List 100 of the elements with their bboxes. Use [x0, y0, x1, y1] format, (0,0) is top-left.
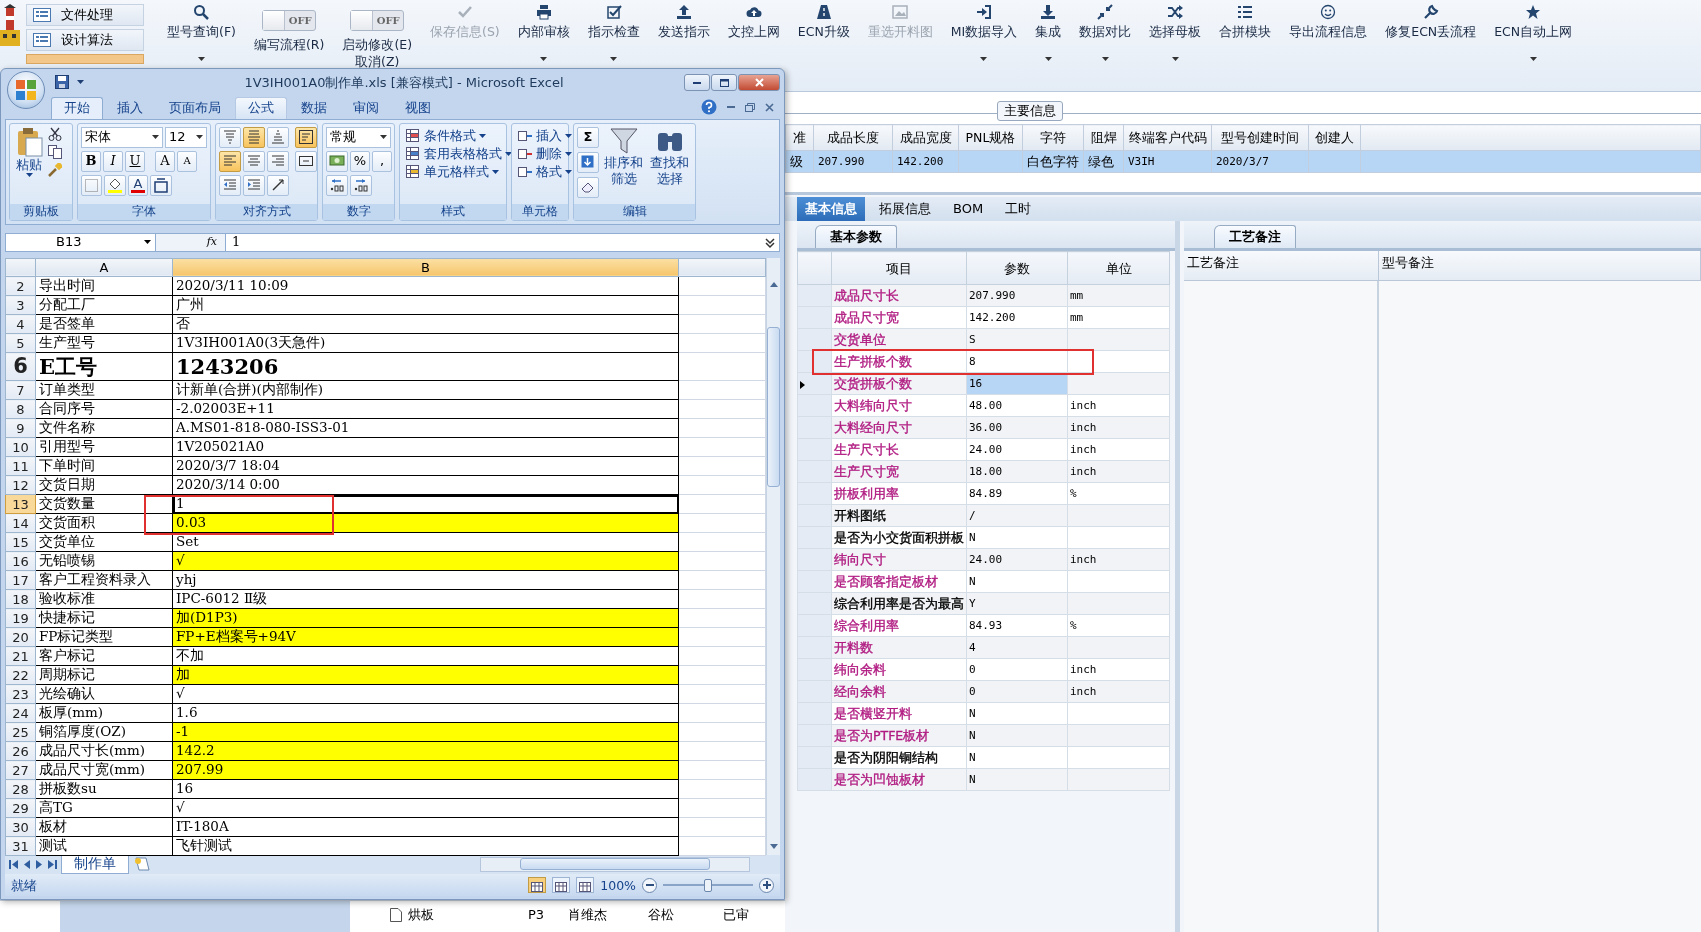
- fill-color-button[interactable]: [104, 174, 126, 196]
- column-header[interactable]: 字符: [1022, 124, 1084, 151]
- phonetic-button[interactable]: [150, 174, 172, 196]
- decrease-indent-button[interactable]: [219, 174, 241, 196]
- restore-icon[interactable]: [745, 102, 755, 112]
- column-header[interactable]: 终端客户代码: [1123, 124, 1212, 151]
- scroll-thumb[interactable]: [767, 326, 780, 487]
- shrink-font-button[interactable]: A: [177, 150, 197, 172]
- toolbar-button[interactable]: 合拼模块: [1210, 4, 1281, 39]
- office-button[interactable]: [7, 71, 45, 109]
- minimize-icon[interactable]: [727, 106, 735, 109]
- column-header[interactable]: B: [172, 258, 679, 277]
- column-header[interactable]: 阻焊: [1083, 124, 1124, 151]
- tab[interactable]: 拓展信息: [871, 197, 939, 221]
- first-sheet-icon[interactable]: [9, 859, 18, 869]
- slider-thumb[interactable]: [704, 878, 712, 892]
- help-icon[interactable]: [701, 99, 717, 116]
- scroll-thumb[interactable]: [520, 858, 710, 871]
- toolbar-button[interactable]: 指示检查: [578, 4, 649, 61]
- font-name-select[interactable]: 宋体: [81, 126, 163, 148]
- cells-menu-button[interactable]: 格式: [515, 162, 574, 181]
- copy-icon[interactable]: [48, 144, 62, 159]
- percent-button[interactable]: %: [350, 150, 370, 172]
- ribbon-tab[interactable]: 视图: [393, 98, 443, 119]
- font-color-button[interactable]: A: [128, 174, 148, 196]
- close-button[interactable]: [738, 73, 780, 91]
- close-icon[interactable]: [765, 102, 774, 112]
- fill-button[interactable]: [577, 151, 599, 173]
- scroll-up-icon[interactable]: [769, 281, 778, 287]
- toolbar-button[interactable]: 数据对比: [1070, 4, 1141, 61]
- view-button[interactable]: [528, 877, 547, 894]
- decrease-decimal-button[interactable]: [350, 174, 372, 196]
- zoom-in-button[interactable]: [759, 877, 774, 893]
- toggle-switch[interactable]: OFF: [262, 10, 317, 31]
- column-header[interactable]: 成品宽度: [892, 124, 959, 151]
- cells-menu-button[interactable]: 插入: [515, 126, 574, 145]
- toolbar-button[interactable]: 导出流程信息: [1280, 4, 1377, 39]
- column-header[interactable]: A: [35, 258, 173, 277]
- active-cell[interactable]: 1: [172, 494, 679, 514]
- ribbon-tab[interactable]: 插入: [105, 98, 155, 119]
- grow-font-button[interactable]: A: [155, 150, 175, 172]
- italic-button[interactable]: I: [103, 150, 123, 172]
- toggle-switch[interactable]: OFF: [350, 10, 405, 31]
- paste-button[interactable]: 粘贴: [13, 126, 45, 204]
- sidebar-item[interactable]: 文件处理: [26, 4, 144, 26]
- ribbon-tab[interactable]: 数据: [289, 98, 339, 119]
- ribbon-tab[interactable]: 公式: [235, 97, 287, 119]
- ribbon-tab[interactable]: 页面布局: [157, 98, 233, 119]
- panel-tab[interactable]: 基本参数: [815, 225, 897, 248]
- toolbar-button[interactable]: MI数据导入: [941, 4, 1027, 61]
- tab[interactable]: 基本信息: [797, 197, 865, 221]
- toolbar-button[interactable]: 型号查询(F): [158, 4, 245, 61]
- currency-button[interactable]: [326, 150, 348, 172]
- underline-button[interactable]: U: [125, 150, 145, 172]
- view-button[interactable]: [552, 877, 571, 894]
- view-button[interactable]: [576, 877, 595, 894]
- column-header[interactable]: 参数: [966, 251, 1068, 285]
- autosum-button[interactable]: Σ: [577, 126, 599, 148]
- font-size-select[interactable]: 12: [165, 126, 207, 148]
- row-header[interactable]: 6: [5, 352, 36, 381]
- number-format-select[interactable]: 常规: [326, 126, 391, 148]
- column-header[interactable]: 创建人: [1308, 124, 1361, 151]
- toolbar-button[interactable]: 选择母板: [1140, 4, 1211, 61]
- increase-decimal-button[interactable]: [326, 174, 348, 196]
- sidebar-item[interactable]: 设计算法: [26, 29, 144, 51]
- toolbar-button[interactable]: ECN自动上网: [1485, 4, 1582, 61]
- zoom-out-button[interactable]: [642, 877, 657, 893]
- scroll-down-icon[interactable]: [769, 843, 778, 849]
- ribbon-tab[interactable]: 审阅: [341, 98, 391, 119]
- column-header[interactable]: 工艺备注: [1184, 251, 1379, 280]
- toolbar-button[interactable]: 发送指示: [648, 4, 719, 39]
- tab[interactable]: BOM: [945, 197, 992, 221]
- alignment-button[interactable]: [295, 150, 317, 172]
- clear-button[interactable]: [577, 176, 599, 198]
- zoom-level[interactable]: 100%: [600, 877, 636, 893]
- scissors-icon[interactable]: [48, 126, 62, 141]
- column-header[interactable]: 型号备注: [1379, 251, 1701, 280]
- panel-tab[interactable]: 工艺备注: [1214, 225, 1296, 248]
- toolbar-button[interactable]: 内部审核: [508, 4, 579, 61]
- orientation-button[interactable]: [267, 174, 289, 196]
- next-sheet-icon[interactable]: [35, 859, 44, 869]
- column-header[interactable]: PNL规格: [958, 124, 1023, 151]
- toolbar-button[interactable]: 集成: [1026, 4, 1071, 61]
- toolbar-button[interactable]: ECN升级: [788, 4, 859, 39]
- sort-filter-button[interactable]: 排序和 筛选: [602, 126, 645, 204]
- column-header[interactable]: 准: [785, 124, 814, 151]
- tab[interactable]: 工时: [997, 197, 1040, 221]
- ribbon-tab[interactable]: 开始: [51, 97, 103, 119]
- column-header[interactable]: 项目: [831, 251, 967, 285]
- minimize-button[interactable]: [684, 73, 710, 91]
- find-select-button[interactable]: 查找和 选择: [648, 126, 691, 204]
- cells-menu-button[interactable]: 删除: [515, 144, 574, 163]
- column-header[interactable]: 成品长度: [813, 124, 893, 151]
- vertical-scrollbar[interactable]: [766, 257, 780, 855]
- last-sheet-icon[interactable]: [48, 859, 57, 869]
- brush-icon[interactable]: [48, 162, 62, 177]
- column-header[interactable]: 型号创建时间: [1211, 124, 1309, 151]
- table-row[interactable]: 级 207.990 142.200 白色字符 绿色 V3IH 2020/3/7: [785, 150, 1701, 173]
- save-icon[interactable]: [55, 75, 69, 90]
- bold-button[interactable]: B: [81, 150, 101, 172]
